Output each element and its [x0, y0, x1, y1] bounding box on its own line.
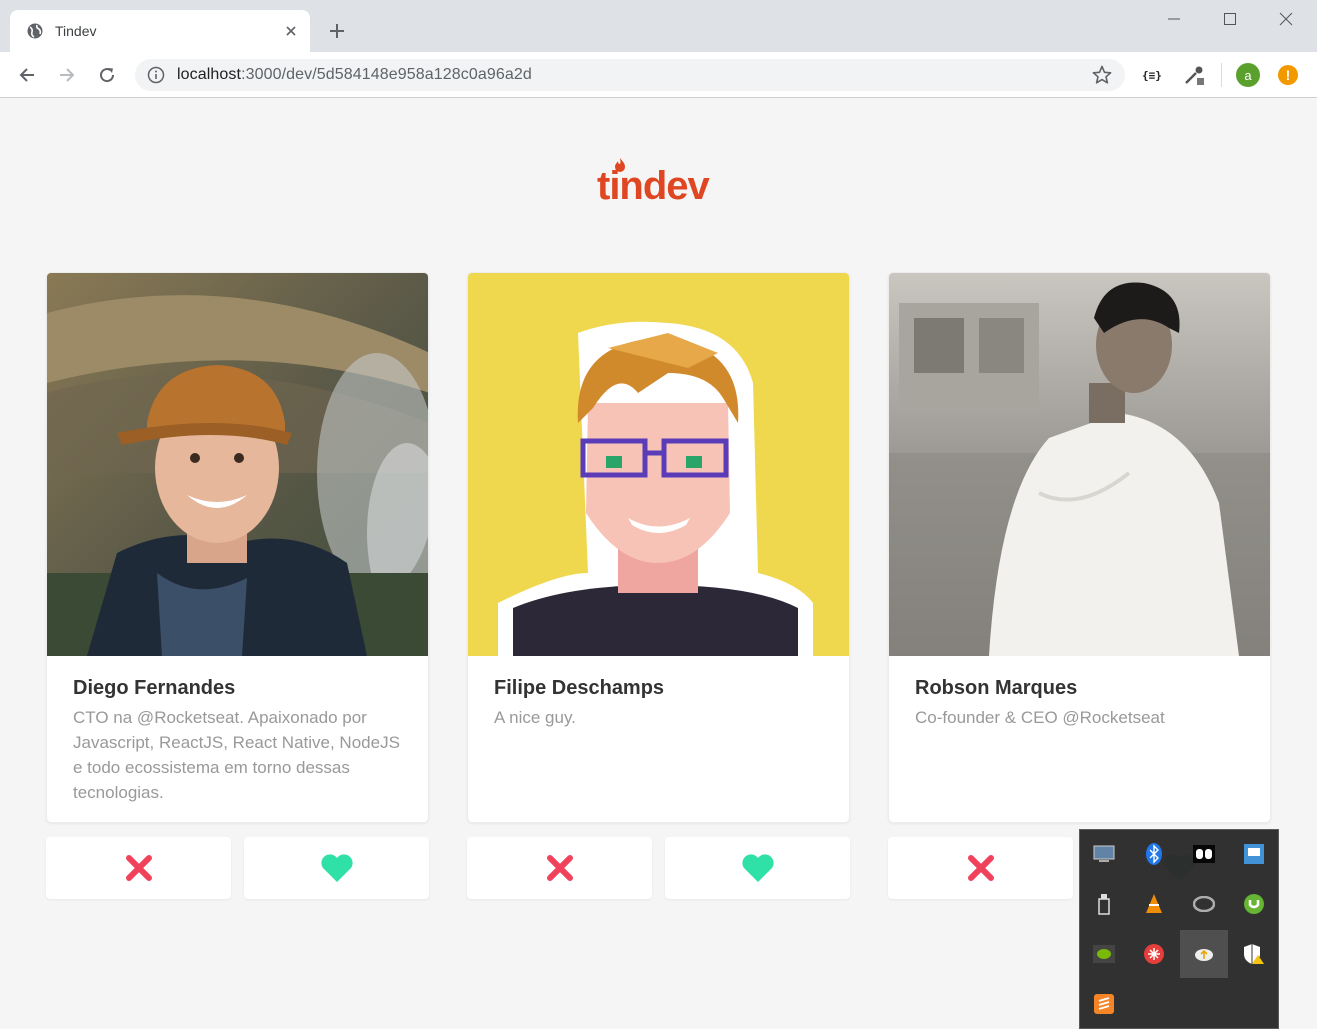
globe-icon	[27, 23, 43, 39]
nvidia-icon[interactable]	[1080, 930, 1128, 978]
dev-avatar	[889, 273, 1270, 656]
x-icon	[546, 855, 573, 881]
nvidia-icon	[1093, 945, 1115, 963]
eyedropper-extension-button[interactable]	[1182, 63, 1206, 87]
json-extension-button[interactable]: {≡}	[1140, 63, 1164, 87]
dev-avatar	[468, 273, 849, 656]
heart-icon	[741, 854, 774, 882]
address-bar[interactable]: localhost:3000/dev/5d584148e958a128c0a96…	[135, 59, 1125, 91]
cloud-upload-icon	[1195, 949, 1213, 961]
profile-button[interactable]: a	[1236, 63, 1260, 87]
usb-drive-icon[interactable]	[1080, 880, 1128, 928]
arrow-left-icon	[19, 68, 34, 82]
network-config-icon	[1244, 844, 1264, 864]
dev-bio: CTO na @Rocketseat. Apaixonado por Javas…	[73, 708, 400, 802]
reload-icon	[100, 68, 115, 83]
red-asterisk-icon	[1144, 944, 1164, 964]
security-warning-icon	[1244, 944, 1264, 964]
dev-avatar	[47, 273, 428, 656]
minimize-icon	[1168, 18, 1180, 20]
close-icon	[1279, 12, 1293, 26]
security-warning-icon[interactable]	[1230, 930, 1278, 978]
alert-icon: !	[1278, 65, 1298, 85]
network-config-icon[interactable]	[1230, 830, 1278, 878]
x-icon	[967, 855, 994, 881]
maximize-button[interactable]	[1202, 0, 1258, 38]
new-tab-icon[interactable]	[326, 20, 348, 42]
like-button[interactable]	[665, 837, 850, 899]
red-asterisk-icon[interactable]	[1130, 930, 1178, 978]
toolbar-separator	[1221, 63, 1222, 87]
url-host: localhost	[177, 66, 242, 83]
monitor-icon	[1093, 845, 1115, 862]
info-icon[interactable]	[147, 66, 165, 84]
dev-name: Diego Fernandes	[73, 677, 236, 699]
braces-icon: {≡}	[1142, 69, 1162, 82]
utorrent-icon[interactable]	[1230, 880, 1278, 928]
url-text[interactable]: localhost:3000/dev/5d584148e958a128c0a96…	[177, 66, 532, 84]
sublime-icon[interactable]	[1080, 980, 1128, 1028]
dev-card: Diego Fernandes CTO na @Rocketseat. Apai…	[46, 272, 429, 823]
browser-toolbar: localhost:3000/dev/5d584148e958a128c0a96…	[0, 52, 1317, 98]
url-path: :3000/dev/5d584148e958a128c0a96a2d	[241, 66, 532, 83]
dev-card: Filipe Deschamps A nice guy.	[467, 272, 850, 823]
dev-card: Robson Marques Co-founder & CEO @Rockets…	[888, 272, 1271, 823]
arrow-right-icon	[60, 68, 75, 82]
dev-bio: Co-founder & CEO @Rocketseat	[915, 708, 1165, 727]
tindev-logo: tindev	[597, 158, 721, 208]
profile-avatar: a	[1236, 63, 1260, 87]
browser-tab[interactable]: Tindev	[10, 10, 310, 52]
monitor-icon[interactable]	[1080, 830, 1128, 878]
usb-drive-icon	[1098, 894, 1110, 915]
forward-button[interactable]	[55, 63, 79, 87]
eyedropper-icon	[1185, 66, 1204, 85]
close-tab-icon[interactable]	[282, 22, 300, 40]
heart-icon	[320, 854, 353, 882]
minimize-button[interactable]	[1146, 0, 1202, 38]
tab-title: Tindev	[55, 23, 97, 39]
dev-name: Filipe Deschamps	[494, 677, 665, 699]
bluetooth-icon[interactable]	[1130, 830, 1178, 878]
sublime-icon	[1094, 994, 1114, 1014]
bookmark-star-icon[interactable]	[1091, 64, 1113, 86]
dislike-button[interactable]	[46, 837, 231, 899]
vlc-icon	[1146, 894, 1162, 913]
maximize-icon	[1224, 13, 1236, 25]
browser-alert-button[interactable]: !	[1276, 63, 1300, 87]
reload-button[interactable]	[95, 63, 119, 87]
dev-name: Robson Marques	[915, 677, 1078, 699]
like-button[interactable]	[244, 837, 429, 899]
creative-cloud-icon[interactable]	[1180, 880, 1228, 928]
close-window-button[interactable]	[1258, 0, 1314, 38]
dev-bio: A nice guy.	[494, 708, 576, 727]
dolby-icon	[1193, 845, 1215, 863]
browser-titlebar: Tindev	[0, 0, 1317, 52]
bluetooth-icon	[1146, 843, 1162, 865]
x-icon	[125, 855, 152, 881]
system-tray-popup	[1079, 829, 1279, 1029]
cloud-upload-icon[interactable]	[1180, 930, 1228, 978]
dislike-button[interactable]	[888, 837, 1073, 899]
vlc-icon[interactable]	[1130, 880, 1178, 928]
creative-cloud-icon	[1193, 896, 1215, 912]
svg-text:{≡}: {≡}	[1142, 69, 1162, 82]
back-button[interactable]	[15, 63, 39, 87]
logo-text: tindev	[597, 164, 710, 208]
dislike-button[interactable]	[467, 837, 652, 899]
dolby-icon[interactable]	[1180, 830, 1228, 878]
utorrent-icon	[1244, 894, 1264, 914]
